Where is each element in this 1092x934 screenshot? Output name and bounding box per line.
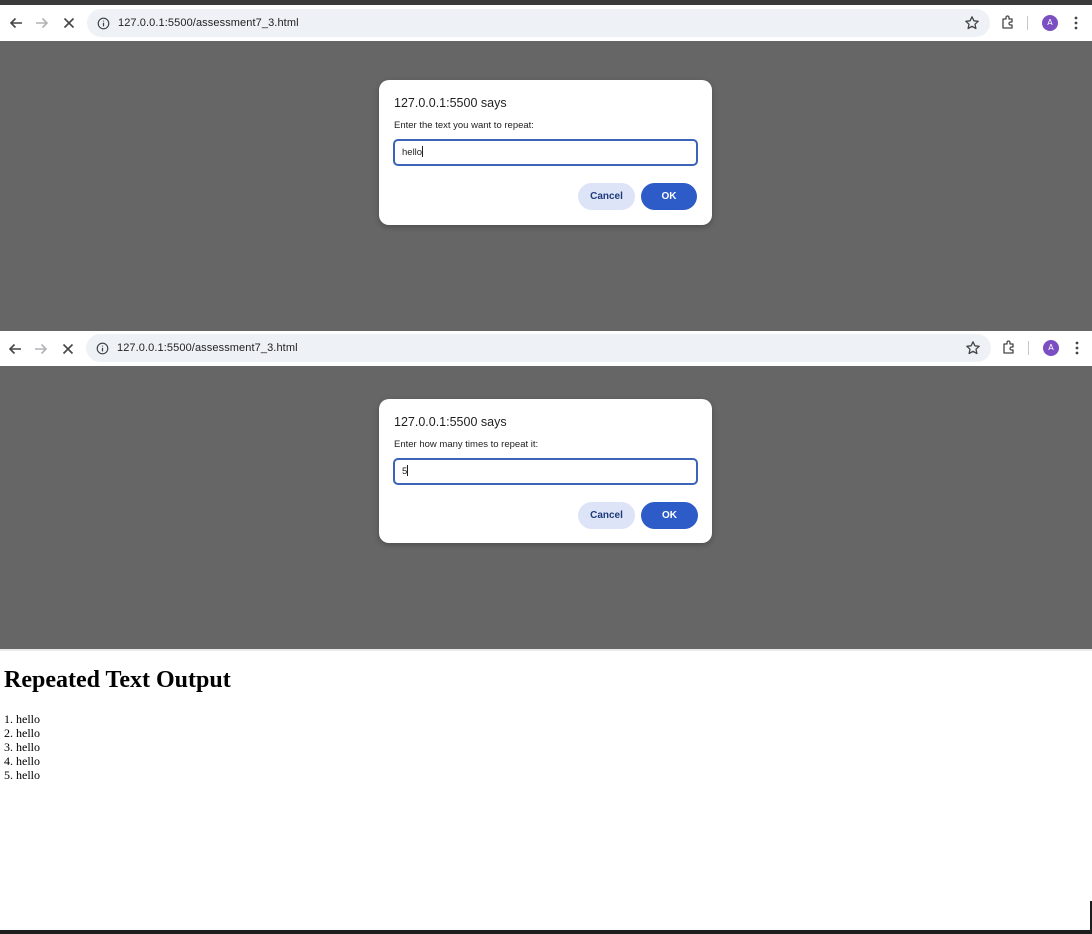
bookmark-star-icon[interactable] [965,340,981,356]
list-item: 3. hello [4,740,40,754]
address-bar[interactable]: 127.0.0.1:5500/assessment7_3.html [87,9,990,37]
stop-loading-icon[interactable] [55,331,81,367]
divider [0,649,1092,651]
dialog-title: 127.0.0.1:5500 says [394,96,507,110]
dialog-message: Enter how many times to repeat it: [394,439,539,450]
extensions-icon[interactable] [1001,340,1017,356]
forward-arrow-icon[interactable] [28,331,54,367]
profile-avatar[interactable]: A [1043,340,1059,356]
list-item: 1. hello [4,712,40,726]
forward-arrow-icon[interactable] [29,5,55,41]
prompt-input-value: hello [402,147,423,158]
browser-window-1: 127.0.0.1:5500/assessment7_3.html A 127.… [0,0,1092,331]
text-caret [407,465,409,476]
list-item: 2. hello [4,726,40,740]
toolbar-separator [1028,341,1029,355]
output-list: 1. hello 2. hello 3. hello 4. hello 5. h… [4,712,40,782]
page-overlay: 127.0.0.1:5500 says Enter the text you w… [0,41,1092,331]
extensions-icon[interactable] [1000,15,1016,31]
more-menu-icon[interactable] [1069,340,1085,356]
dialog-title: 127.0.0.1:5500 says [394,415,507,429]
site-info-icon[interactable] [89,9,117,37]
site-info-icon[interactable] [88,334,116,362]
more-menu-icon[interactable] [1068,15,1084,31]
prompt-input[interactable]: hello [393,139,698,166]
toolbar-separator [1027,16,1028,30]
profile-avatar[interactable]: A [1042,15,1058,31]
cancel-button[interactable]: Cancel [578,183,635,210]
url-text: 127.0.0.1:5500/assessment7_3.html [118,17,299,29]
bottom-bar [0,930,1092,934]
cancel-button[interactable]: Cancel [578,502,635,529]
ok-button[interactable]: OK [641,502,698,529]
address-bar[interactable]: 127.0.0.1:5500/assessment7_3.html [86,334,991,362]
list-item: 5. hello [4,768,40,782]
back-arrow-icon[interactable] [2,331,28,367]
page-title: Repeated Text Output [4,667,231,693]
prompt-dialog: 127.0.0.1:5500 says Enter how many times… [379,399,712,543]
bookmark-star-icon[interactable] [964,15,980,31]
browser-toolbar: 127.0.0.1:5500/assessment7_3.html A [0,5,1092,41]
ok-button[interactable]: OK [641,183,697,210]
browser-toolbar: 127.0.0.1:5500/assessment7_3.html A [0,331,1092,366]
text-caret [422,146,424,157]
page-content: Repeated Text Output 1. hello 2. hello 3… [0,649,1092,934]
prompt-input[interactable]: 5 [393,458,698,485]
page-overlay: 127.0.0.1:5500 says Enter how many times… [0,366,1092,649]
list-item: 4. hello [4,754,40,768]
back-arrow-icon[interactable] [3,5,29,41]
stop-loading-icon[interactable] [56,5,82,41]
url-text: 127.0.0.1:5500/assessment7_3.html [117,342,298,354]
prompt-dialog: 127.0.0.1:5500 says Enter the text you w… [379,80,712,225]
browser-window-2: 127.0.0.1:5500/assessment7_3.html A 127.… [0,331,1092,649]
dialog-message: Enter the text you want to repeat: [394,120,534,131]
